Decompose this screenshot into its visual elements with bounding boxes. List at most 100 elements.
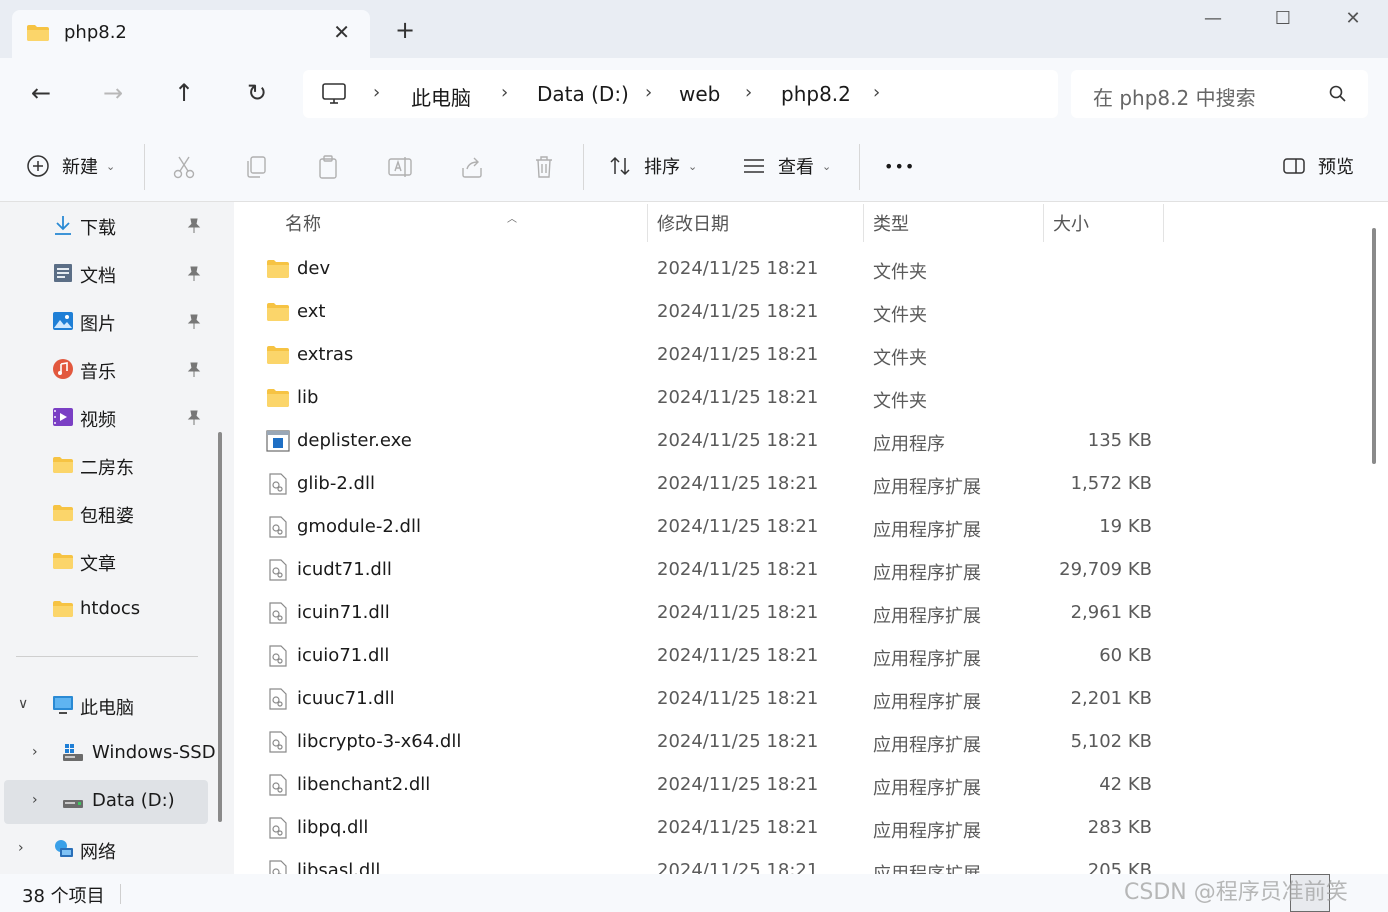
chevron-right-icon[interactable]: › — [32, 744, 38, 760]
new-button[interactable]: 新建 ⌄ — [26, 150, 115, 182]
file-row[interactable]: libpq.dll 2024/11/25 18:21 应用程序扩展 283 KB — [234, 807, 1364, 850]
file-row[interactable]: gmodule-2.dll 2024/11/25 18:21 应用程序扩展 19 KB — [234, 506, 1364, 549]
chevron-right-icon[interactable]: › — [32, 792, 38, 808]
chevron-down-icon[interactable]: ∨ — [18, 696, 28, 712]
column-header-date[interactable]: 修改日期 — [657, 202, 863, 242]
file-name[interactable]: libenchant2.dll — [297, 774, 430, 795]
rename-icon[interactable] — [387, 154, 413, 180]
column-divider[interactable] — [863, 204, 864, 242]
preview-pane-button[interactable]: 预览 — [1282, 150, 1354, 182]
file-row[interactable]: deplister.exe 2024/11/25 18:21 应用程序 135 KB — [234, 420, 1364, 463]
file-name[interactable]: lib — [297, 387, 318, 408]
sidebar-item-folder[interactable]: 包租婆 — [0, 492, 210, 536]
sidebar-item-network[interactable]: › 网络 — [0, 828, 210, 872]
delete-icon[interactable] — [531, 154, 557, 180]
file-row[interactable]: glib-2.dll 2024/11/25 18:21 应用程序扩展 1,572 KB — [234, 463, 1364, 506]
column-header-name[interactable]: 名称 ︿ — [285, 202, 647, 242]
file-name[interactable]: icudt71.dll — [297, 559, 392, 580]
breadcrumb-separator[interactable]: › — [645, 82, 652, 103]
new-tab-button[interactable]: + — [395, 18, 415, 42]
column-divider[interactable] — [647, 204, 648, 242]
sidebar-item-data-d[interactable]: › Data (D:) — [4, 780, 208, 824]
paste-icon[interactable] — [315, 154, 341, 180]
file-row[interactable]: icuuc71.dll 2024/11/25 18:21 应用程序扩展 2,201 K… — [234, 678, 1364, 721]
file-row[interactable]: icudt71.dll 2024/11/25 18:21 应用程序扩展 29,709 … — [234, 549, 1364, 592]
file-name[interactable]: dev — [297, 258, 330, 279]
file-name[interactable]: glib-2.dll — [297, 473, 375, 494]
pin-icon[interactable] — [186, 218, 202, 234]
sidebar-item-folder[interactable]: 二房东 — [0, 444, 210, 488]
sidebar-item-this-pc[interactable]: ∨ 此电脑 — [0, 684, 210, 728]
pin-icon[interactable] — [186, 410, 202, 426]
search-input[interactable]: 在 php8.2 中搜索 — [1093, 82, 1256, 111]
computer-icon[interactable] — [321, 82, 347, 106]
share-icon[interactable] — [459, 154, 485, 180]
file-row[interactable]: ext 2024/11/25 18:21 文件夹 — [234, 291, 1364, 334]
file-name[interactable]: deplister.exe — [297, 430, 412, 451]
chevron-right-icon[interactable]: › — [18, 840, 24, 856]
sidebar-item-pictures[interactable]: 图片 — [0, 300, 210, 344]
file-row[interactable]: extras 2024/11/25 18:21 文件夹 — [234, 334, 1364, 377]
tab-close-icon[interactable]: ✕ — [333, 20, 350, 44]
file-row[interactable]: dev 2024/11/25 18:21 文件夹 — [234, 248, 1364, 291]
breadcrumb-separator[interactable]: › — [873, 82, 880, 103]
breadcrumb-separator[interactable]: › — [373, 82, 380, 103]
sidebar-item-music[interactable]: 音乐 — [0, 348, 210, 392]
file-name[interactable]: ext — [297, 301, 325, 322]
file-row[interactable]: icuin71.dll 2024/11/25 18:21 应用程序扩展 2,961 K… — [234, 592, 1364, 635]
refresh-button[interactable]: ↻ — [241, 78, 273, 110]
sidebar-item-folder[interactable]: 文章 — [0, 540, 210, 584]
file-name[interactable]: extras — [297, 344, 353, 365]
sidebar-item-videos[interactable]: 视频 — [0, 396, 210, 440]
back-button[interactable]: ← — [25, 78, 57, 110]
sidebar-item-downloads[interactable]: 下载 — [0, 204, 210, 248]
breadcrumb-separator[interactable]: › — [745, 82, 752, 103]
address-bar[interactable]: › 此电脑 › Data (D:) › web › php8.2 › — [303, 70, 1058, 118]
file-name[interactable]: libpq.dll — [297, 817, 368, 838]
file-name[interactable]: libcrypto-3-x64.dll — [297, 731, 461, 752]
navigation-pane[interactable]: 下载 文档 图片 音乐 视频 二房东 包租婆 文章 htdocs ∨ 此电脑 ›… — [0, 202, 234, 874]
pictures-icon — [53, 312, 73, 330]
column-header-size[interactable]: 大小 — [1053, 202, 1163, 242]
sidebar-item-documents[interactable]: 文档 — [0, 252, 210, 296]
pin-icon[interactable] — [186, 314, 202, 330]
sidebar-scrollbar[interactable] — [218, 432, 222, 822]
file-row[interactable]: libcrypto-3-x64.dll 2024/11/25 18:21 应用程序扩… — [234, 721, 1364, 764]
pin-icon[interactable] — [186, 266, 202, 282]
file-row[interactable]: libenchant2.dll 2024/11/25 18:21 应用程序扩展 42 … — [234, 764, 1364, 807]
sidebar-item-windows-ssd[interactable]: › Windows-SSD — [0, 732, 216, 776]
search-icon[interactable] — [1328, 84, 1348, 104]
breadcrumb-web[interactable]: web — [679, 82, 720, 106]
file-name[interactable]: libsasl.dll — [297, 860, 380, 874]
breadcrumb-this-pc[interactable]: 此电脑 — [411, 82, 471, 111]
pin-icon[interactable] — [186, 362, 202, 378]
cut-icon[interactable] — [171, 154, 197, 180]
column-header-type[interactable]: 类型 — [873, 202, 1043, 242]
file-name[interactable]: gmodule-2.dll — [297, 516, 421, 537]
breadcrumb-data-d[interactable]: Data (D:) — [537, 82, 629, 106]
column-divider[interactable] — [1043, 204, 1044, 242]
sort-button[interactable]: 排序 ⌄ — [608, 150, 697, 182]
file-list-scrollbar[interactable] — [1372, 228, 1376, 464]
file-list[interactable]: 名称 ︿ 修改日期 类型 大小 dev 2024/11/25 18:21 文件夹 ex… — [234, 202, 1388, 874]
breadcrumb-php8-2[interactable]: php8.2 — [781, 82, 851, 106]
sidebar-item-folder[interactable]: htdocs — [0, 588, 210, 632]
up-button[interactable]: ↑ — [168, 78, 200, 110]
tab-php8-2[interactable]: php8.2 ✕ — [12, 10, 370, 58]
copy-icon[interactable] — [243, 154, 269, 180]
file-name[interactable]: icuin71.dll — [297, 602, 390, 623]
file-name[interactable]: icuuc71.dll — [297, 688, 395, 709]
search-box[interactable]: 在 php8.2 中搜索 — [1071, 70, 1368, 118]
view-button[interactable]: 查看 ⌄ — [742, 150, 831, 182]
close-window-button[interactable]: ✕ — [1330, 8, 1376, 34]
file-name[interactable]: icuio71.dll — [297, 645, 389, 666]
minimize-button[interactable]: — — [1190, 8, 1236, 34]
maximize-button[interactable]: ☐ — [1260, 8, 1306, 34]
file-row[interactable]: libsasl.dll 2024/11/25 18:21 应用程序扩展 205 KB — [234, 850, 1364, 874]
column-divider[interactable] — [1163, 204, 1164, 242]
more-options-button[interactable]: ••• — [884, 150, 915, 182]
breadcrumb-separator[interactable]: › — [501, 82, 508, 103]
file-row[interactable]: icuio71.dll 2024/11/25 18:21 应用程序扩展 60 KB — [234, 635, 1364, 678]
forward-button[interactable]: → — [97, 78, 129, 110]
file-row[interactable]: lib 2024/11/25 18:21 文件夹 — [234, 377, 1364, 420]
